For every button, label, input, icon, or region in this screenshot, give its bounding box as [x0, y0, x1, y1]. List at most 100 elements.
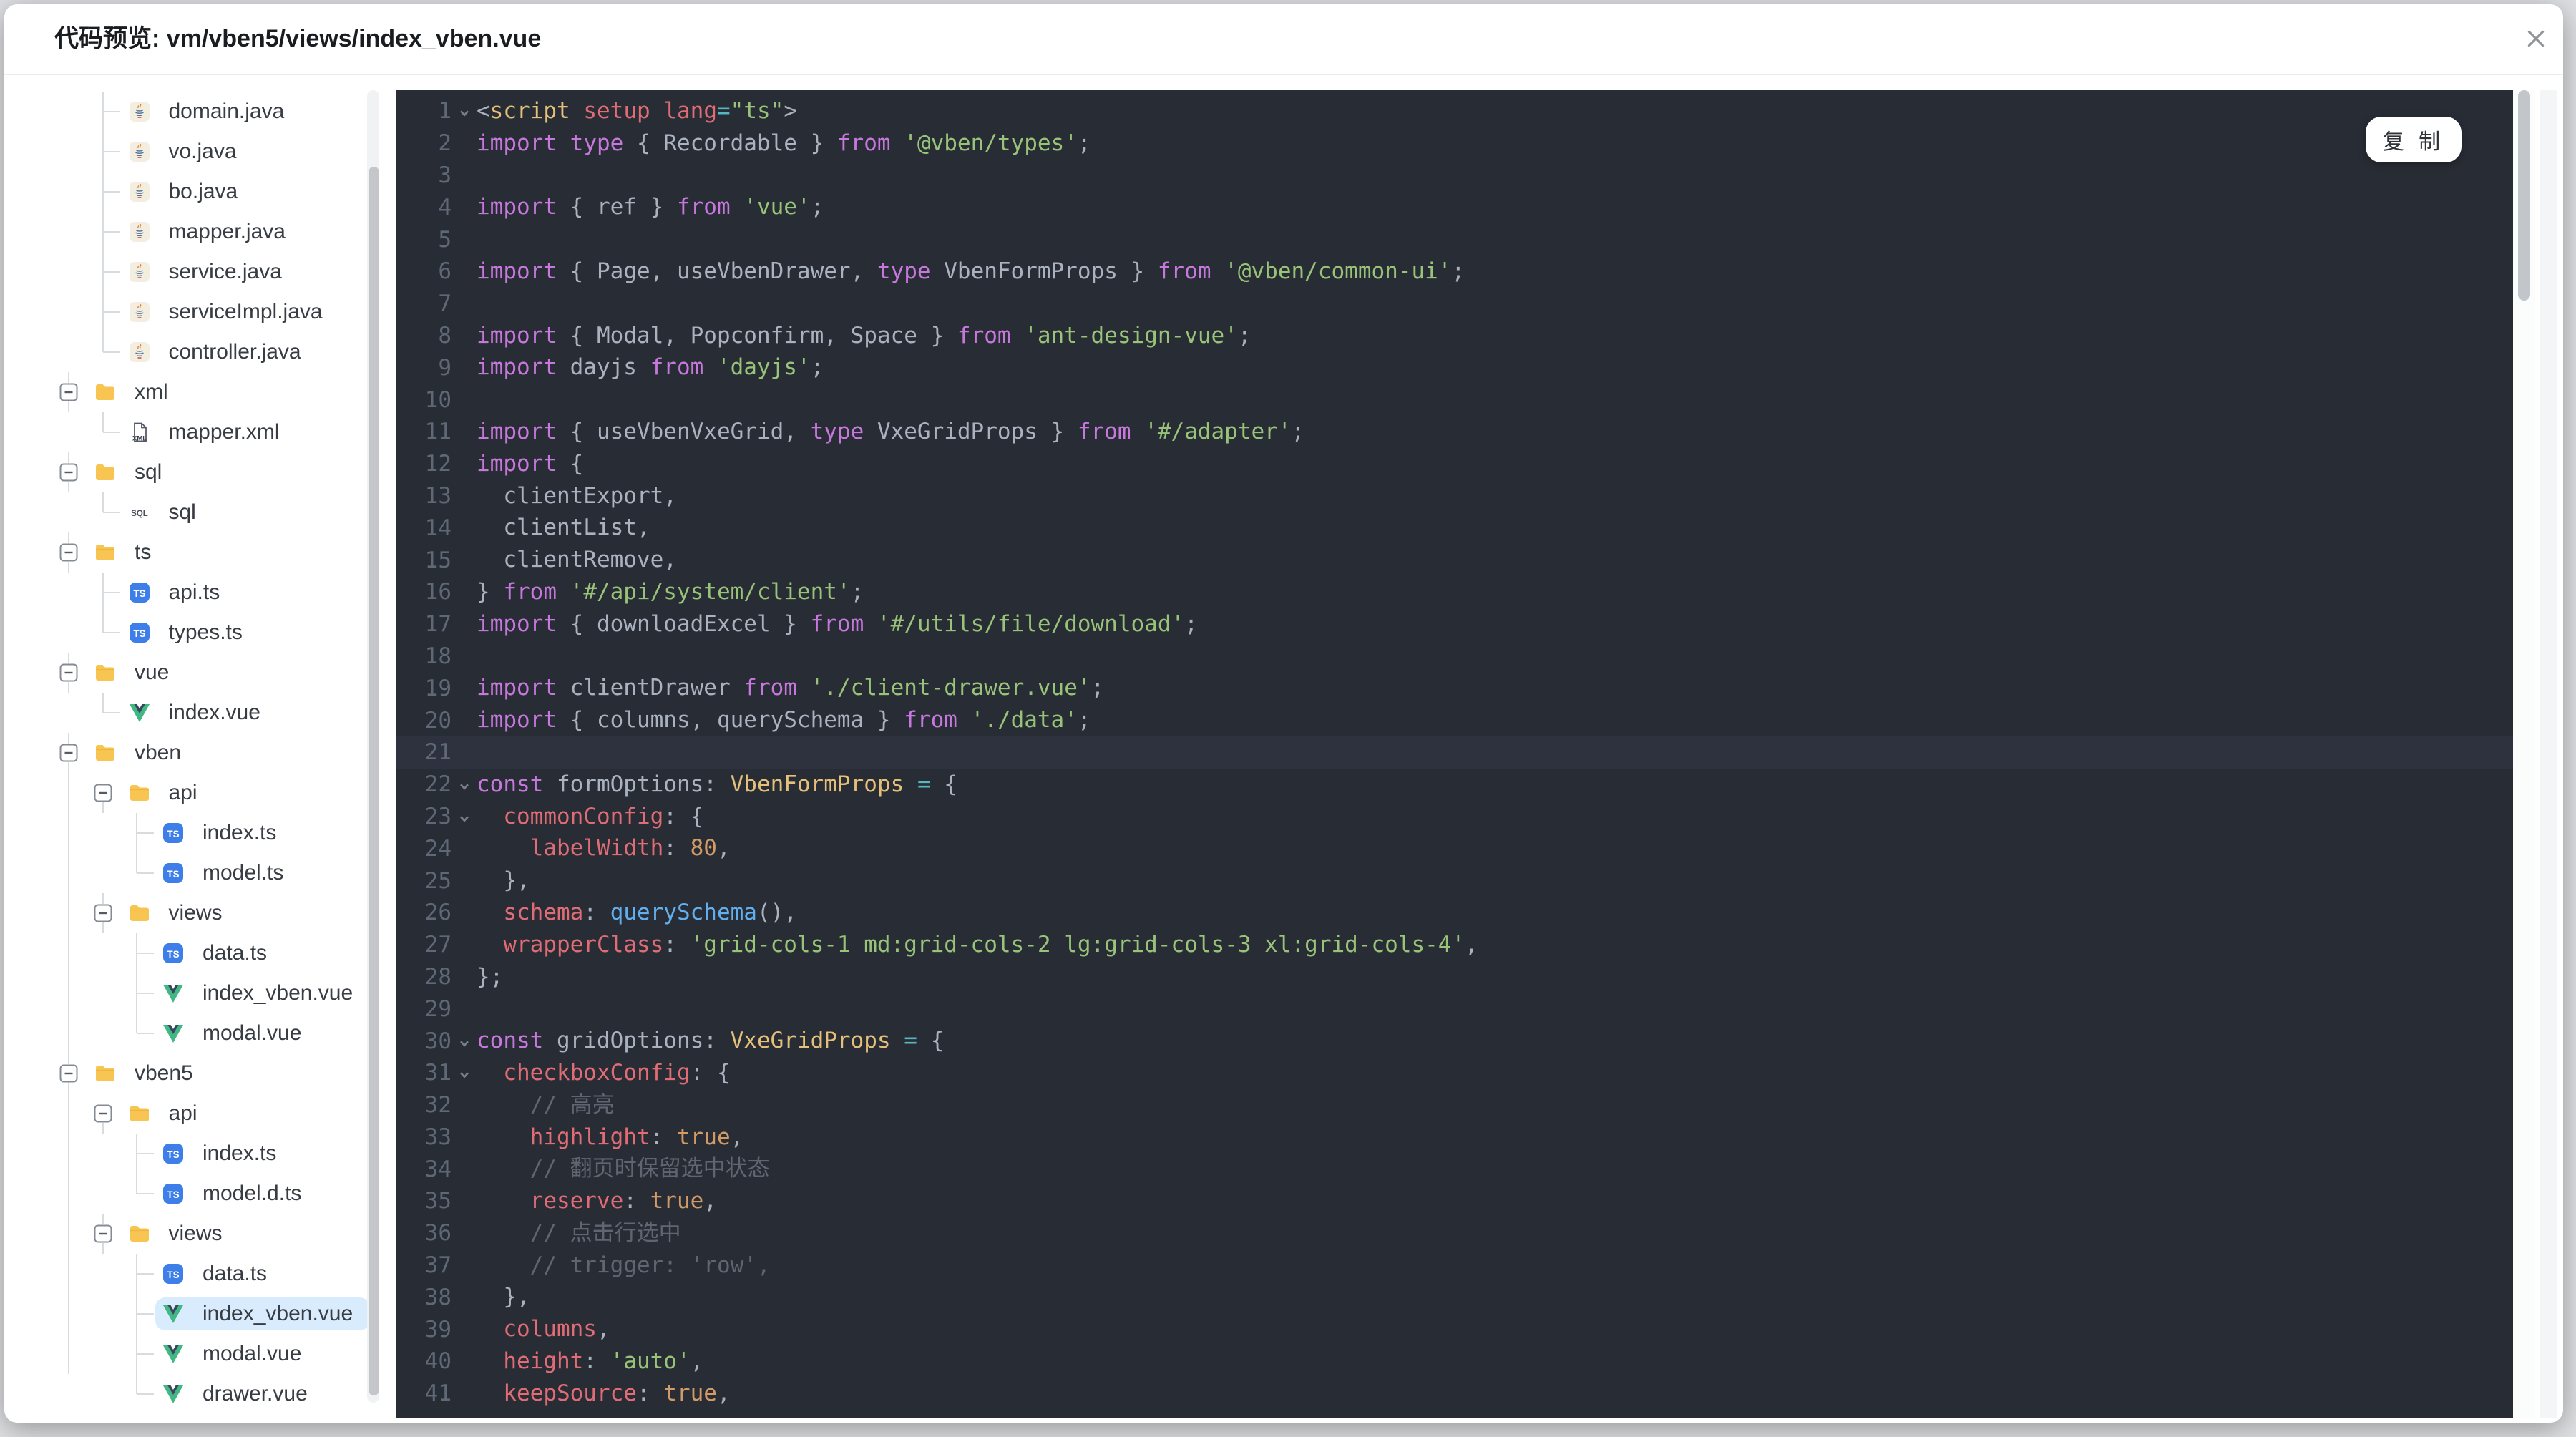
copy-button[interactable]: 复 制: [2366, 117, 2462, 162]
tree-folder-vue[interactable]: vue: [4, 653, 391, 693]
folder-icon: [129, 902, 150, 924]
tree-toggle-icon[interactable]: [94, 784, 112, 802]
fold-chevron-icon[interactable]: [452, 1063, 477, 1083]
tree-item-inner[interactable]: TS types.ts: [122, 616, 260, 649]
tree-item-inner[interactable]: vben5: [87, 1057, 210, 1090]
tree-folder-api[interactable]: api: [4, 1093, 391, 1134]
code-editor: 1 <script setup lang="ts"> 2 import type { …: [396, 90, 2516, 1418]
fold-chevron-icon[interactable]: [452, 807, 477, 827]
tree-item-bo.java[interactable]: bo.java: [4, 172, 391, 212]
tree-folder-vben5[interactable]: vben5: [4, 1053, 391, 1093]
ts-file-icon: TS: [163, 1184, 183, 1204]
tree-item-modal.vue[interactable]: modal.vue: [4, 1334, 391, 1374]
tree-item-inner[interactable]: service.java: [122, 255, 299, 288]
tree-item-label: views: [168, 901, 223, 925]
tree-item-data.ts[interactable]: TS data.ts: [4, 1254, 391, 1294]
tree-toggle-icon[interactable]: [59, 543, 78, 562]
tree-item-inner[interactable]: views: [122, 1217, 240, 1250]
code-line: 18: [396, 640, 2516, 673]
tree-item-sql[interactable]: SQL sql: [4, 492, 391, 532]
tree-folder-sql[interactable]: sql: [4, 452, 391, 492]
tree-item-inner[interactable]: modal.vue: [155, 1017, 318, 1050]
tree-item-inner[interactable]: TS index.ts: [155, 1137, 293, 1170]
folder-icon: [130, 1106, 149, 1121]
tree-item-inner[interactable]: TS api.ts: [122, 576, 238, 609]
tree-toggle-icon[interactable]: [59, 744, 78, 762]
line-number: 3: [438, 162, 452, 188]
tree-item-inner[interactable]: sql: [87, 456, 179, 489]
tree-item-inner[interactable]: bo.java: [122, 175, 255, 208]
fold-chevron-icon[interactable]: [452, 1031, 477, 1051]
tree-item-controller.java[interactable]: controller.java: [4, 332, 391, 372]
tree-item-inner[interactable]: mapper.java: [122, 215, 303, 248]
tree-item-inner[interactable]: TS data.ts: [155, 937, 284, 970]
tree-item-index_vben.vue[interactable]: index_vben.vue: [4, 973, 391, 1013]
tree-item-inner[interactable]: serviceImpl.java: [122, 296, 340, 328]
tree-item-mapper.xml[interactable]: XML mapper.xml: [4, 412, 391, 452]
tree-guide-elbow: [137, 953, 154, 954]
tree-folder-ts[interactable]: ts: [4, 532, 391, 573]
tree-item-api.ts[interactable]: TS api.ts: [4, 573, 391, 613]
tree-toggle-icon[interactable]: [59, 463, 78, 482]
tree-item-inner[interactable]: index_vben.vue: [155, 977, 370, 1010]
tree-item-modal.vue[interactable]: modal.vue: [4, 1013, 391, 1053]
tree-item-inner[interactable]: drawer.vue: [155, 1378, 325, 1411]
tree-item-inner[interactable]: TS model.ts: [155, 857, 301, 890]
tree-item-service.java[interactable]: service.java: [4, 252, 391, 292]
tree-folder-views[interactable]: views: [4, 1214, 391, 1254]
tree-item-inner[interactable]: vue: [87, 656, 186, 689]
tree-folder-views[interactable]: views: [4, 893, 391, 933]
tree-item-drawer.vue[interactable]: drawer.vue: [4, 1374, 391, 1414]
fold-chevron-icon[interactable]: [452, 101, 477, 121]
fold-gutter-empty: [452, 1359, 477, 1363]
code-text: reserve: true,: [530, 1188, 717, 1214]
tree-item-types.ts[interactable]: TS types.ts: [4, 613, 391, 653]
tree-item-model.ts[interactable]: TS model.ts: [4, 853, 391, 893]
tree-item-index.ts[interactable]: TS index.ts: [4, 813, 391, 853]
tree-item-inner[interactable]: modal.vue: [155, 1338, 318, 1370]
tree-item-inner[interactable]: views: [122, 897, 240, 930]
tree-scrollbar-thumb[interactable]: [369, 167, 379, 1395]
tree-folder-api[interactable]: api: [4, 773, 391, 813]
tree-toggle-icon[interactable]: [59, 1064, 78, 1083]
tree-item-index_vben.vue[interactable]: index_vben.vue: [4, 1294, 391, 1334]
ts-file-icon: TS: [163, 1264, 183, 1284]
tree-item-serviceImpl.java[interactable]: serviceImpl.java: [4, 292, 391, 332]
tree-toggle-icon[interactable]: [94, 1104, 112, 1123]
tree-item-label: vue: [135, 661, 170, 684]
fold-chevron-icon[interactable]: [452, 774, 477, 794]
editor-scrollbar-thumb[interactable]: [2518, 90, 2530, 301]
tree-item-inner[interactable]: controller.java: [122, 336, 318, 369]
tree-item-inner[interactable]: index.vue: [122, 696, 278, 729]
svg-text:TS: TS: [133, 588, 145, 599]
tree-item-index.ts[interactable]: TS index.ts: [4, 1134, 391, 1174]
tree-toggle-icon[interactable]: [59, 663, 78, 682]
tree-item-inner[interactable]: SQL sql: [122, 496, 213, 529]
tree-item-inner[interactable]: ts: [87, 536, 168, 569]
tree-toggle-icon[interactable]: [94, 904, 112, 922]
tree-item-inner[interactable]: api: [122, 776, 215, 809]
tree-item-model.d.ts[interactable]: TS model.d.ts: [4, 1174, 391, 1214]
tree-item-vo.java[interactable]: vo.java: [4, 132, 391, 172]
ts-file-icon: TS: [129, 623, 150, 643]
tree-item-inner[interactable]: TS index.ts: [155, 817, 293, 849]
tree-item-inner[interactable]: domain.java: [122, 95, 302, 128]
tree-item-inner[interactable]: XML mapper.xml: [122, 416, 297, 449]
tree-item-inner[interactable]: index_vben.vue: [155, 1297, 371, 1330]
tree-item-inner[interactable]: xml: [87, 376, 185, 409]
tree-item-index.vue[interactable]: index.vue: [4, 693, 391, 733]
code-text: highlight: true,: [530, 1124, 744, 1150]
tree-item-domain.java[interactable]: domain.java: [4, 92, 391, 132]
tree-folder-xml[interactable]: xml: [4, 372, 391, 412]
tree-item-data.ts[interactable]: TS data.ts: [4, 933, 391, 973]
tree-item-inner[interactable]: api: [122, 1097, 215, 1130]
tree-toggle-icon[interactable]: [94, 1224, 112, 1243]
tree-item-mapper.java[interactable]: mapper.java: [4, 212, 391, 252]
close-icon[interactable]: [2520, 23, 2552, 54]
tree-toggle-icon[interactable]: [59, 383, 78, 401]
tree-item-inner[interactable]: vben: [87, 736, 198, 769]
tree-item-inner[interactable]: TS data.ts: [155, 1257, 284, 1290]
tree-item-inner[interactable]: vo.java: [122, 135, 254, 168]
tree-folder-vben[interactable]: vben: [4, 733, 391, 773]
tree-item-inner[interactable]: TS model.d.ts: [155, 1177, 318, 1210]
